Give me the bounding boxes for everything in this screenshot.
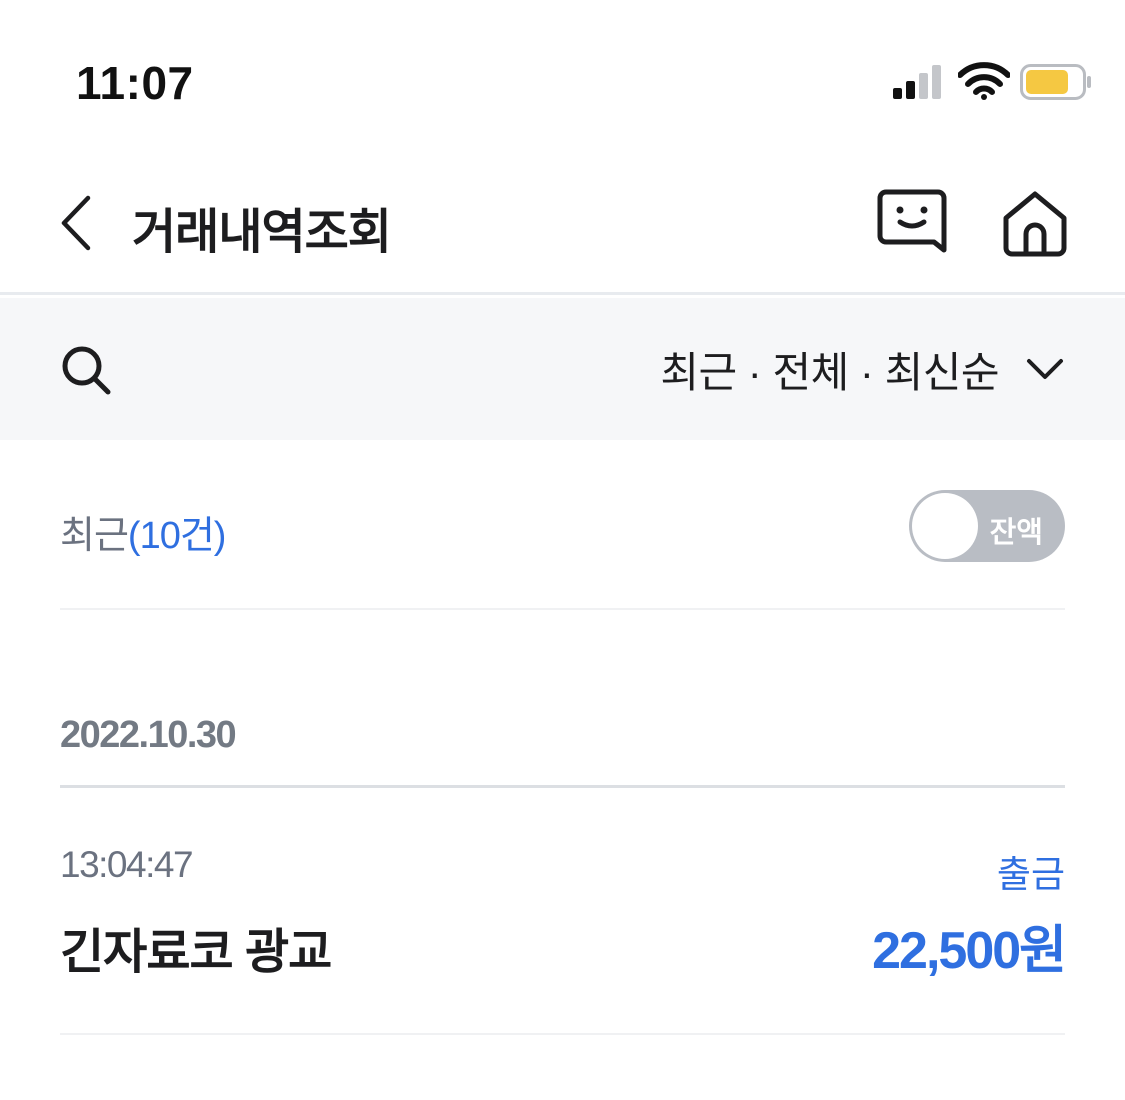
status-bar: 11:07	[0, 0, 1125, 150]
transaction-time: 13:04:47	[60, 844, 194, 885]
page-title: 거래내역조회	[132, 206, 392, 259]
list-period-label: 최근	[60, 515, 129, 557]
transaction-amount: 22,500원	[872, 922, 1067, 980]
transaction-type: 출금	[996, 854, 1065, 895]
cellular-signal-icon	[893, 65, 941, 99]
transaction-row[interactable]: 13:04:47 출금 긴자료코 광교 22,500원	[60, 830, 1067, 980]
transaction-merchant: 긴자료코 광교	[60, 926, 332, 979]
list-count-value: (10건)	[127, 515, 227, 557]
divider	[60, 785, 1065, 788]
wifi-icon	[958, 62, 1010, 100]
toggle-knob	[912, 493, 978, 559]
battery-icon	[1020, 64, 1091, 100]
filter-bar: 최근 · 전체 · 최신순	[0, 298, 1125, 440]
date-group-header: 2022.10.30	[60, 714, 237, 756]
divider	[60, 608, 1065, 610]
list-summary-row: 최근(10건) 잔액	[60, 490, 1065, 562]
chevron-left-icon[interactable]	[52, 188, 104, 258]
status-time: 11:07	[76, 57, 194, 109]
chevron-down-icon	[1027, 359, 1063, 379]
list-count: 최근(10건)	[60, 504, 227, 559]
divider	[60, 1033, 1065, 1035]
balance-toggle[interactable]: 잔액	[909, 490, 1065, 562]
filter-summary: 최근 · 전체 · 최신순	[660, 348, 999, 396]
chatbot-icon[interactable]	[876, 186, 952, 260]
app-header: 거래내역조회	[0, 150, 1125, 295]
home-icon[interactable]	[998, 186, 1072, 260]
balance-toggle-label: 잔액	[989, 517, 1043, 549]
filter-dropdown[interactable]: 최근 · 전체 · 최신순	[660, 336, 1065, 402]
search-icon[interactable]	[58, 342, 114, 398]
